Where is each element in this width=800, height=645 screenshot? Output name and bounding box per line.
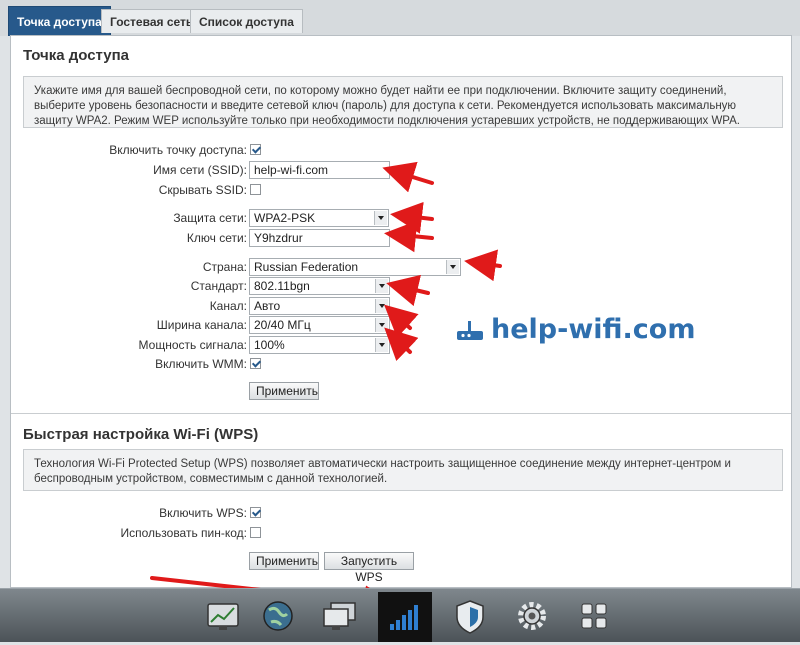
security-value: WPA2-PSK (254, 211, 316, 225)
settings-panel: Точка доступа Укажите имя для вашей бесп… (10, 35, 792, 588)
tab-access-point[interactable]: Точка доступа (8, 6, 111, 36)
globe-icon (263, 601, 293, 631)
dock-item-system[interactable] (505, 592, 559, 642)
section-divider (11, 413, 791, 414)
enable-wps-checkbox[interactable] (250, 507, 261, 518)
dock-item-apps[interactable] (567, 592, 621, 642)
tab-bar: Точка доступа Гостевая сеть Список досту… (0, 0, 800, 36)
watermark-text: help-wifi.com (491, 314, 696, 345)
use-pin-checkbox[interactable] (250, 527, 261, 538)
country-label: Страна: (202, 260, 247, 274)
ssid-input[interactable]: help-wi-fi.com (249, 161, 390, 179)
enable-ap-label: Включить точку доступа: (109, 143, 247, 157)
enable-ap-checkbox[interactable] (250, 144, 261, 155)
standard-label: Стандарт: (190, 279, 247, 293)
dock-item-wifi[interactable] (378, 592, 432, 642)
dock-item-home-network[interactable] (313, 592, 367, 642)
chevron-down-icon (375, 299, 388, 313)
wifi-signal-icon (390, 605, 418, 630)
wmm-checkbox[interactable] (250, 358, 261, 369)
enable-wps-label: Включить WPS: (159, 506, 247, 520)
network-key-input[interactable]: Y9hzdrur (249, 229, 390, 247)
section-title-wps: Быстрая настройка Wi-Fi (WPS) (23, 426, 259, 443)
chevron-down-icon (374, 211, 387, 225)
signal-power-label: Мощность сигнала: (138, 338, 247, 352)
access-point-info-box: Укажите имя для вашей беспроводной сети,… (23, 76, 783, 128)
gear-icon (518, 602, 546, 630)
key-label: Ключ сети: (186, 231, 247, 245)
channel-value: Авто (254, 299, 281, 313)
dock-item-security[interactable] (443, 592, 497, 642)
channel-label: Канал: (209, 299, 247, 313)
network-computers-icon (323, 602, 356, 630)
security-label: Защита сети: (173, 211, 247, 225)
country-value: Russian Federation (254, 260, 359, 274)
chevron-down-icon (375, 338, 388, 352)
security-select[interactable]: WPA2-PSK (249, 209, 389, 227)
chevron-down-icon (375, 279, 388, 293)
standard-select[interactable]: 802.11bgn (249, 277, 390, 295)
wps-apply-button[interactable]: Применить (249, 552, 319, 570)
hide-ssid-checkbox[interactable] (250, 184, 261, 195)
wps-info-box: Технология Wi-Fi Protected Setup (WPS) п… (23, 449, 783, 491)
dock-item-monitor[interactable] (197, 592, 251, 642)
dock-item-internet[interactable] (251, 592, 305, 642)
signal-power-value: 100% (254, 338, 285, 352)
channel-width-select[interactable]: 20/40 МГц (249, 316, 390, 334)
bottom-dock (0, 588, 800, 642)
channel-select[interactable]: Авто (249, 297, 390, 315)
channel-width-value: 20/40 МГц (254, 318, 311, 332)
wmm-label: Включить WMM: (155, 357, 247, 371)
monitor-chart-icon (207, 603, 239, 630)
apps-grid-icon (581, 603, 607, 629)
tab-guest-network[interactable]: Гостевая сеть (101, 9, 203, 33)
watermark-logo: help-wifi.com (455, 314, 695, 345)
standard-value: 802.11bgn (254, 279, 310, 293)
section-title-access-point: Точка доступа (23, 47, 130, 64)
tab-access-list[interactable]: Список доступа (190, 9, 303, 33)
start-wps-button[interactable]: Запустить WPS (324, 552, 414, 584)
ssid-label: Имя сети (SSID): (153, 163, 247, 177)
chevron-down-icon (375, 318, 388, 332)
shield-icon (456, 600, 484, 634)
channel-width-label: Ширина канала: (156, 318, 247, 332)
chevron-down-icon (446, 260, 459, 274)
wifi-router-icon (457, 320, 483, 340)
country-select[interactable]: Russian Federation (249, 258, 461, 276)
hide-ssid-label: Скрывать SSID: (158, 183, 247, 197)
use-pin-label: Использовать пин-код: (120, 526, 247, 540)
signal-power-select[interactable]: 100% (249, 336, 390, 354)
apply-button[interactable]: Применить (249, 382, 319, 400)
